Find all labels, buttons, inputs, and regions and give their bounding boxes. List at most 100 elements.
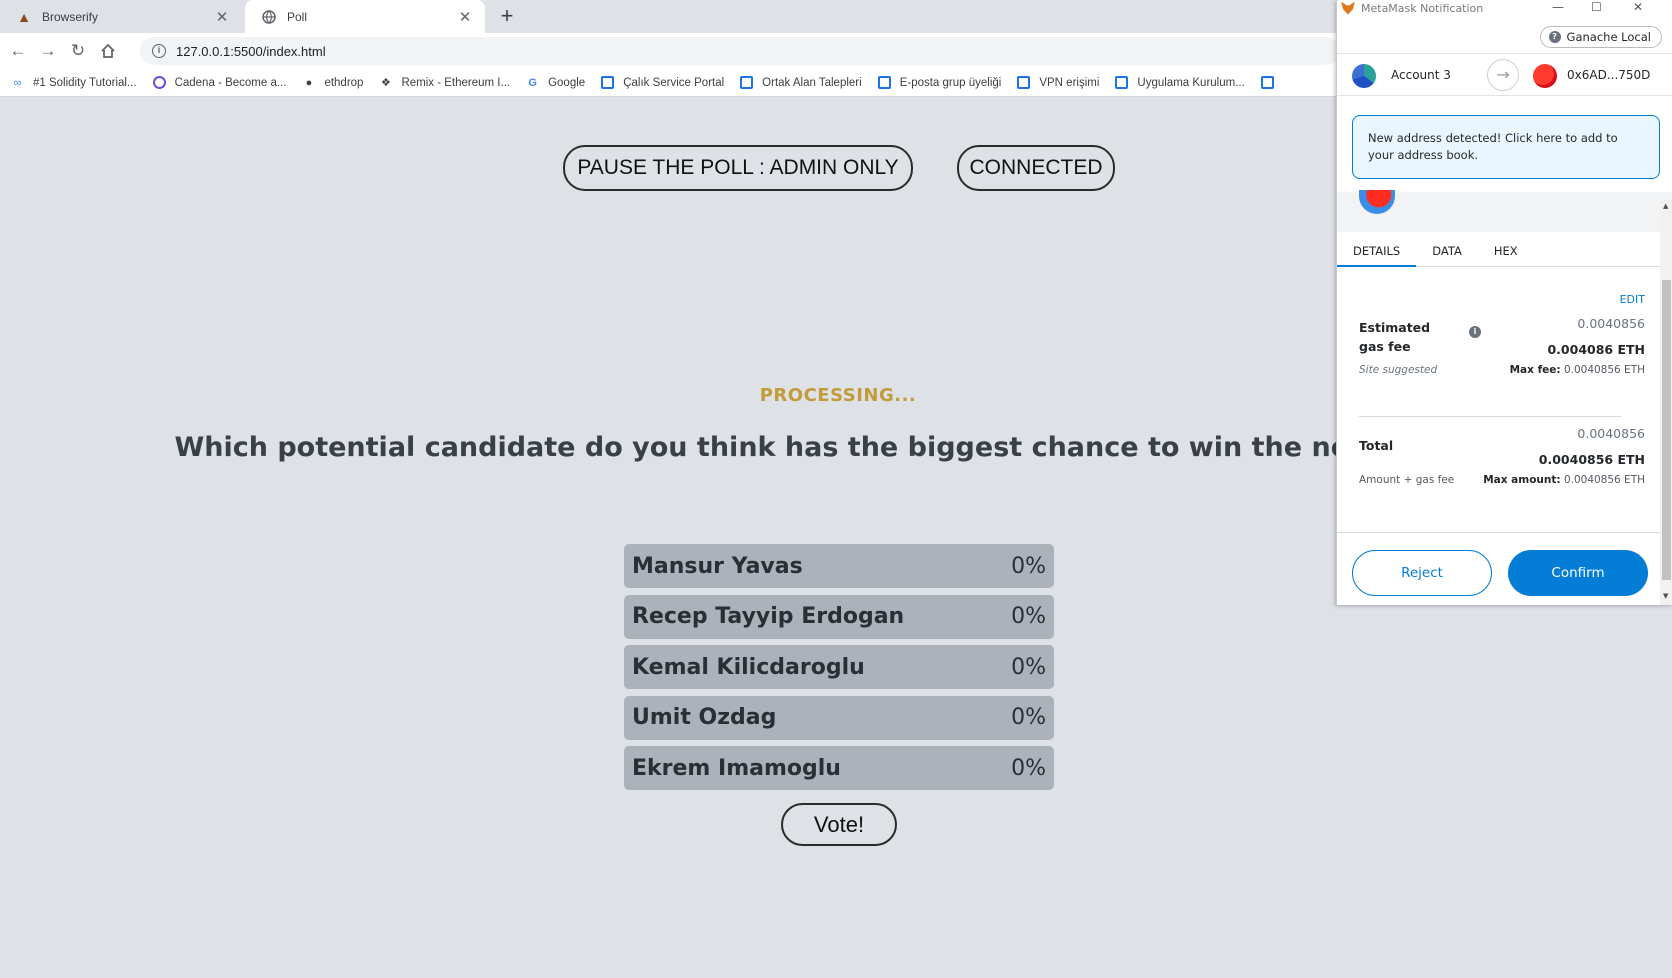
total-value: 0.0040856 (1577, 426, 1645, 441)
tab-browserify[interactable]: ▲ Browserify ✕ (0, 0, 242, 33)
tab-title: Browserify (42, 9, 99, 24)
connected-button[interactable]: CONNECTED (957, 145, 1115, 191)
bookmark-label: E-posta grup üyeliği (899, 76, 1002, 89)
arrow-right-icon: → (1487, 59, 1519, 91)
reload-icon[interactable]: ↻ (66, 39, 90, 63)
max-amount-value: 0.0040856 ETH (1563, 474, 1645, 486)
poll-option[interactable]: Mansur Yavas 0% (624, 544, 1054, 588)
max-amount: Max amount: 0.0040856 ETH (1483, 474, 1645, 486)
bookmark-item[interactable]: Uygulama Kurulum... (1114, 75, 1245, 90)
scroll-down-icon[interactable]: ▼ (1663, 592, 1668, 600)
sender-recipient-row: Account 3 → 0x6AD...750D (1337, 54, 1672, 96)
tab-title: Poll (287, 9, 308, 24)
poll-options: Mansur Yavas 0% Recep Tayyip Erdogan 0% Ke… (624, 544, 1054, 797)
total-label: Total (1359, 438, 1394, 453)
bookmark-label: Çalık Service Portal (623, 76, 725, 89)
square-icon (1114, 75, 1129, 90)
bookmark-item[interactable]: Ortak Alan Talepleri (739, 75, 862, 90)
footer-divider (1337, 532, 1660, 533)
tab-poll[interactable]: Poll ✕ (245, 0, 485, 33)
metamask-fox-icon (1341, 1, 1355, 15)
bookmark-item[interactable]: VPN erişimi (1016, 75, 1099, 90)
info-icon[interactable]: i (1469, 326, 1481, 338)
option-name: Kemal Kilicdaroglu (632, 654, 865, 680)
poll-option[interactable]: Recep Tayyip Erdogan 0% (624, 594, 1054, 639)
bookmark-label: #1 Solidity Tutorial... (33, 76, 137, 89)
square-icon (739, 75, 754, 90)
window-title: MetaMask Notification (1361, 1, 1484, 15)
option-percent: 0% (1011, 755, 1046, 781)
reject-button[interactable]: Reject (1352, 550, 1492, 596)
square-icon (1016, 75, 1031, 90)
confirm-button[interactable]: Confirm (1508, 550, 1648, 596)
max-amount-label: Max amount: (1483, 474, 1561, 486)
back-icon[interactable]: ← (6, 39, 30, 63)
max-fee: Max fee: 0.0040856 ETH (1510, 364, 1645, 376)
scrollbar-thumb[interactable] (1662, 280, 1671, 580)
bookmark-item[interactable]: G Google (525, 75, 585, 90)
divider (1359, 416, 1621, 417)
tab-details[interactable]: DETAILS (1337, 232, 1417, 267)
tab-data[interactable]: DATA (1416, 232, 1478, 267)
metamask-window: MetaMask Notification — ☐ ✕ ? Ganache Lo… (1336, 0, 1672, 605)
network-name: Ganache Local (1566, 30, 1651, 44)
bookmark-label: VPN erişimi (1039, 76, 1100, 89)
remix-icon: ❖ (381, 77, 391, 89)
recipient-avatar (1533, 64, 1557, 88)
pause-poll-button[interactable]: PAUSE THE POLL : ADMIN ONLY (563, 145, 913, 191)
scroll-up-icon[interactable]: ▲ (1663, 202, 1668, 210)
gas-fee-eth: 0.004086 ETH (1547, 342, 1645, 357)
bookmark-label: Remix - Ethereum I... (401, 76, 511, 89)
account-avatar (1352, 64, 1376, 88)
edit-link[interactable]: EDIT (1620, 293, 1645, 306)
option-name: Mansur Yavas (632, 553, 803, 579)
bookmark-item[interactable]: ● ethdrop (301, 75, 364, 90)
new-address-notice[interactable]: New address detected! Click here to add … (1352, 115, 1660, 179)
help-icon: ? (1548, 31, 1561, 43)
square-icon (1260, 75, 1275, 90)
bookmark-label: Ortak Alan Talepleri (762, 76, 862, 89)
bookmark-item[interactable]: ∞ #1 Solidity Tutorial... (10, 75, 137, 90)
minimize-icon[interactable]: — (1552, 0, 1564, 14)
option-percent: 0% (1011, 654, 1046, 680)
vote-button[interactable]: Vote! (781, 803, 897, 846)
tx-tabs: DETAILS DATA HEX (1337, 232, 1672, 267)
bookmark-item[interactable]: E-posta grup üyeliği (877, 75, 1002, 90)
circle-icon (152, 75, 167, 90)
bookmark-item[interactable] (1260, 75, 1283, 90)
address-bar[interactable]: i 127.0.0.1:5500/index.html (140, 37, 1340, 65)
google-icon: G (528, 76, 537, 89)
network-selector[interactable]: ? Ganache Local (1539, 26, 1662, 48)
forward-icon[interactable]: → (36, 39, 60, 63)
square-icon (877, 75, 892, 90)
bookmark-label: Google (548, 76, 586, 89)
maximize-icon[interactable]: ☐ (1591, 0, 1602, 14)
option-name: Recep Tayyip Erdogan (632, 604, 905, 629)
poll-option[interactable]: Ekrem Imamoglu 0% (624, 746, 1054, 790)
bookmark-label: Cadena - Become a... (174, 76, 287, 89)
info-icon[interactable]: i (152, 44, 166, 58)
option-percent: 0% (1011, 553, 1046, 579)
poll-option[interactable]: Umit Ozdag 0% (624, 695, 1054, 740)
tab-hex[interactable]: HEX (1478, 232, 1534, 267)
link-icon: ∞ (13, 76, 22, 89)
close-icon[interactable]: ✕ (214, 8, 230, 26)
bookmark-item[interactable]: Cadena - Become a... (152, 75, 287, 90)
bookmark-item[interactable]: ❖ Remix - Ethereum I... (378, 75, 510, 90)
home-icon[interactable] (96, 39, 120, 63)
metamask-titlebar: MetaMask Notification — ☐ ✕ (1337, 0, 1672, 16)
close-icon[interactable]: ✕ (457, 8, 473, 26)
max-fee-value: 0.0040856 ETH (1563, 364, 1645, 376)
from-account[interactable]: Account 3 (1391, 68, 1451, 82)
bookmark-item[interactable]: Çalık Service Portal (600, 75, 724, 90)
to-address[interactable]: 0x6AD...750D (1567, 68, 1650, 82)
gas-fee-label: Estimated gas fee (1359, 320, 1431, 354)
scrollbar[interactable]: ▲ ▼ (1660, 200, 1672, 605)
square-icon (600, 75, 615, 90)
poll-option[interactable]: Kemal Kilicdaroglu 0% (624, 645, 1054, 689)
new-tab-button[interactable]: + (494, 3, 520, 29)
max-fee-label: Max fee: (1509, 364, 1561, 376)
close-icon[interactable]: ✕ (1633, 0, 1643, 14)
total-eth: 0.0040856 ETH (1538, 452, 1645, 467)
bookmark-label: ethdrop (324, 76, 364, 89)
